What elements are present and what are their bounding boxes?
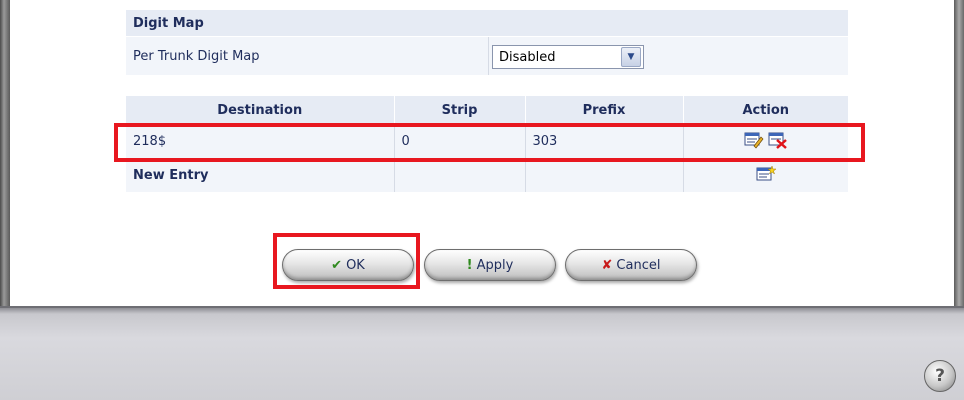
window-frame-right — [954, 0, 964, 320]
digit-map-title: Digit Map — [126, 10, 848, 36]
new-entry-icon[interactable] — [756, 164, 777, 187]
header-destination: Destination — [126, 96, 395, 125]
header-action: Action — [683, 96, 848, 125]
highlight-ok-box — [273, 233, 420, 289]
cancel-label: Cancel — [616, 257, 661, 273]
table-header-row: Destination Strip Prefix Action — [126, 96, 848, 125]
table-row-new: New Entry — [126, 158, 848, 192]
cancel-button[interactable]: ✘ Cancel — [565, 249, 697, 281]
cell-empty — [394, 158, 526, 192]
new-entry-link[interactable]: New Entry — [126, 158, 395, 192]
x-icon: ✘ — [601, 257, 613, 273]
apply-label: Apply — [476, 257, 514, 273]
cell-action-new — [683, 158, 848, 192]
chevron-down-icon[interactable]: ▼ — [621, 47, 641, 67]
divider — [488, 37, 489, 75]
help-icon[interactable]: ? — [924, 360, 956, 392]
bottom-bar — [0, 306, 964, 400]
header-strip: Strip — [394, 96, 526, 125]
per-trunk-row: Per Trunk Digit Map Disabled ▼ — [126, 36, 848, 75]
digit-map-section: Digit Map Per Trunk Digit Map Disabled ▼ — [126, 10, 848, 75]
highlight-row-box — [114, 123, 865, 162]
apply-button[interactable]: ! Apply — [424, 249, 556, 281]
per-trunk-select[interactable]: Disabled ▼ — [492, 45, 644, 69]
per-trunk-select-value: Disabled — [499, 49, 556, 65]
header-prefix: Prefix — [525, 96, 684, 125]
cell-empty — [525, 158, 684, 192]
per-trunk-label: Per Trunk Digit Map — [133, 48, 260, 64]
exclamation-icon: ! — [466, 257, 473, 273]
